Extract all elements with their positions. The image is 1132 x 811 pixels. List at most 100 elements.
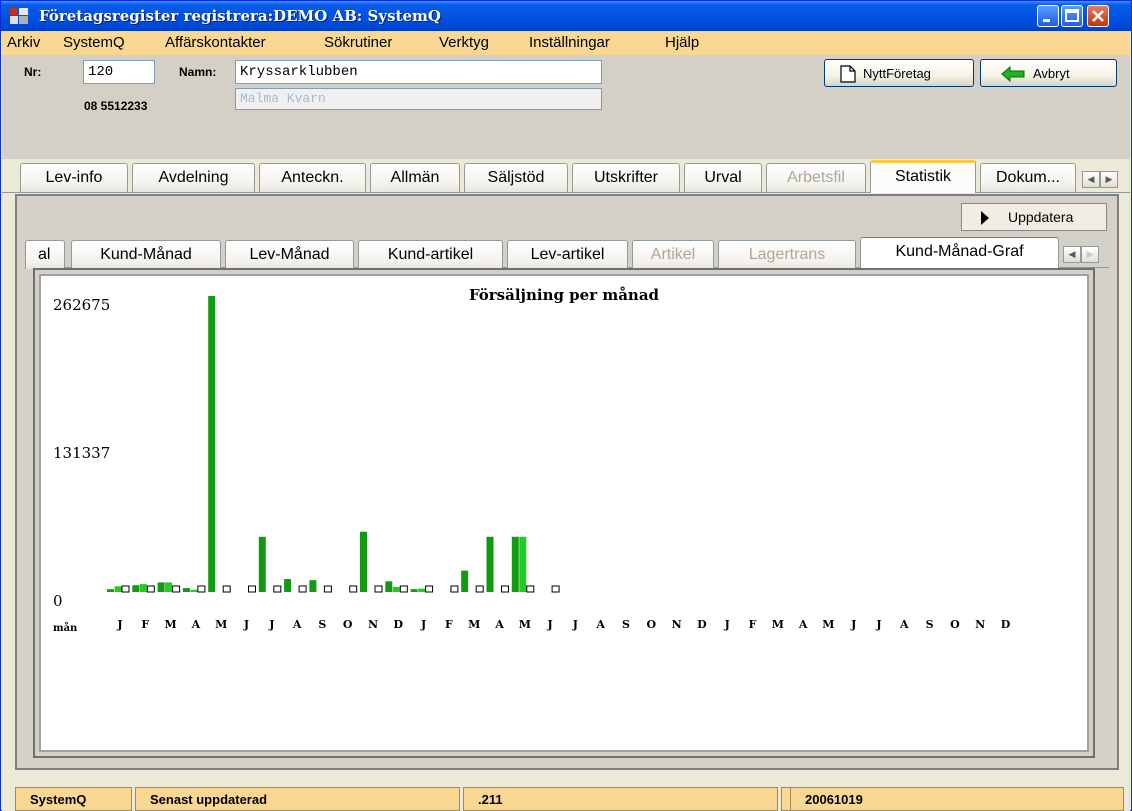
x-tick-label: J	[724, 618, 730, 631]
tab-lev-info[interactable]: Lev-info	[20, 163, 128, 192]
name-field[interactable]: Kryssarklubben	[235, 60, 602, 84]
chart-bar	[298, 585, 307, 593]
chart-bar	[511, 536, 519, 592]
x-tick-label: M	[772, 618, 784, 631]
status-bar: SystemQ Senast uppdaterad .211 20061019	[2, 783, 1130, 811]
x-tick-label: S	[318, 618, 326, 631]
subtab-scroll-left-button[interactable]: ◀	[1063, 246, 1081, 263]
maximize-icon	[1065, 9, 1079, 22]
tab-saljstod[interactable]: Säljstöd	[464, 163, 568, 192]
maximize-button[interactable]	[1061, 5, 1083, 27]
statistics-panel: Uppdatera al Kund-Månad Lev-Månad Kund-a…	[15, 194, 1119, 770]
chart-bar	[157, 582, 165, 592]
y-tick-label: 262675	[53, 296, 110, 314]
subtab-lev-manad[interactable]: Lev-Månad	[225, 240, 354, 269]
chart-bar	[132, 585, 140, 592]
x-tick-label: J	[243, 618, 249, 631]
x-tick-label: S	[926, 618, 934, 631]
chart-bar	[197, 585, 206, 593]
chart-bar	[399, 585, 408, 593]
tab-allman[interactable]: Allmän	[370, 163, 460, 192]
x-axis-label: mån	[53, 622, 78, 634]
company-header: Nr: 120 Namn: Kryssarklubben 08 5512233 …	[2, 55, 1130, 159]
namn-label: Namn:	[179, 65, 217, 79]
chart-bar	[519, 536, 527, 592]
chart-bar	[222, 585, 231, 593]
update-button[interactable]: Uppdatera	[961, 203, 1107, 231]
chart-bar	[182, 588, 190, 592]
x-tick-label: D	[1001, 618, 1011, 631]
x-tick-label: F	[749, 618, 757, 631]
x-tick-label: A	[191, 618, 201, 631]
chart-bar	[248, 585, 256, 593]
chart-bar	[425, 585, 434, 593]
app-icon	[10, 8, 28, 24]
subtab-scroll-right-button[interactable]: ▶	[1081, 246, 1099, 263]
title-bar[interactable]: Företagsregister registrera:DEMO AB: Sys…	[1, 1, 1131, 31]
x-tick-label: J	[875, 618, 881, 631]
chart-bar	[121, 585, 130, 593]
subtab-kund-manad[interactable]: Kund-Månad	[71, 240, 221, 269]
x-tick-label: J	[546, 618, 552, 631]
chart-bar	[526, 585, 535, 593]
cancel-button[interactable]: Avbryt	[980, 59, 1117, 87]
menu-installningar[interactable]: Inställningar	[529, 34, 610, 51]
chart-bar	[418, 588, 426, 592]
status-value: .211	[463, 787, 778, 811]
tab-anteckn[interactable]: Anteckn.	[259, 163, 366, 192]
chart-area: Försäljning per månad 262675 131337 0 mån J F M…	[39, 274, 1089, 752]
subtab-kund-manad-graf[interactable]: Kund-Månad-Graf	[860, 237, 1059, 270]
menu-hjalp[interactable]: Hjälp	[665, 34, 699, 51]
tab-avdelning[interactable]: Avdelning	[132, 163, 255, 192]
subtab-lev-artikel[interactable]: Lev-artikel	[507, 240, 628, 269]
x-tick-label: D	[697, 618, 707, 631]
menu-systemq[interactable]: SystemQ	[63, 34, 125, 51]
statistics-tab-bar: al Kund-Månad Lev-Månad Kund-artikel Lev…	[25, 236, 1109, 270]
close-icon	[1092, 10, 1104, 22]
menu-verktyg[interactable]: Verktyg	[439, 34, 489, 51]
x-tick-label: J	[116, 618, 122, 631]
x-tick-label: A	[494, 618, 504, 631]
subtab-kund-artikel[interactable]: Kund-artikel	[358, 240, 503, 269]
address-field[interactable]: Malma Kvarn	[235, 88, 602, 110]
nr-field[interactable]: 120	[83, 60, 155, 84]
menu-bar: Arkiv SystemQ Affärskontakter Sökrutiner…	[2, 31, 1130, 55]
chart-bar	[114, 586, 122, 592]
close-button[interactable]	[1087, 5, 1109, 27]
x-tick-label: M	[165, 618, 177, 631]
chart-frame: Försäljning per månad 262675 131337 0 mån J F M…	[33, 268, 1095, 758]
window-title: Företagsregister registrera:DEMO AB: Sys…	[39, 7, 441, 25]
y-tick-label: 131337	[53, 444, 110, 462]
tab-scroll-right-button[interactable]: ▶	[1100, 171, 1118, 188]
tab-statistik[interactable]: Statistik	[870, 160, 976, 193]
x-tick-label: A	[798, 618, 808, 631]
tab-scroll-left-button[interactable]: ◀	[1082, 171, 1100, 188]
x-tick-label: M	[519, 618, 531, 631]
tab-urval[interactable]: Urval	[684, 163, 762, 192]
menu-affarskontakter[interactable]: Affärskontakter	[165, 34, 266, 51]
x-tick-label: F	[141, 618, 149, 631]
chart-bar	[385, 581, 393, 592]
chart-bar	[172, 585, 181, 593]
tab-utskrifter[interactable]: Utskrifter	[572, 163, 680, 192]
subtab-al[interactable]: al	[25, 240, 65, 269]
x-tick-label: D	[394, 618, 404, 631]
tab-dokum[interactable]: Dokum...	[980, 163, 1076, 192]
chart-bar	[486, 536, 494, 592]
chart-bar	[374, 585, 383, 593]
menu-arkiv[interactable]: Arkiv	[7, 34, 40, 51]
y-tick-label: 0	[53, 592, 63, 610]
chart-bar	[146, 585, 155, 593]
x-tick-label: M	[215, 618, 227, 631]
chart-bar	[107, 589, 114, 592]
main-tab-bar: Lev-info Avdelning Anteckn. Allmän Säljs…	[2, 159, 1130, 193]
chart-bar	[450, 585, 459, 593]
subtab-lagertrans: Lagertrans	[718, 240, 856, 269]
chart-bar	[273, 585, 282, 593]
x-tick-label: O	[950, 618, 960, 631]
new-company-button[interactable]: NyttFöretag	[824, 59, 974, 87]
menu-sokrutiner[interactable]: Sökrutiner	[324, 34, 392, 51]
chart-bar	[284, 579, 292, 592]
minimize-button[interactable]	[1037, 5, 1059, 27]
chart-bar	[410, 589, 418, 592]
